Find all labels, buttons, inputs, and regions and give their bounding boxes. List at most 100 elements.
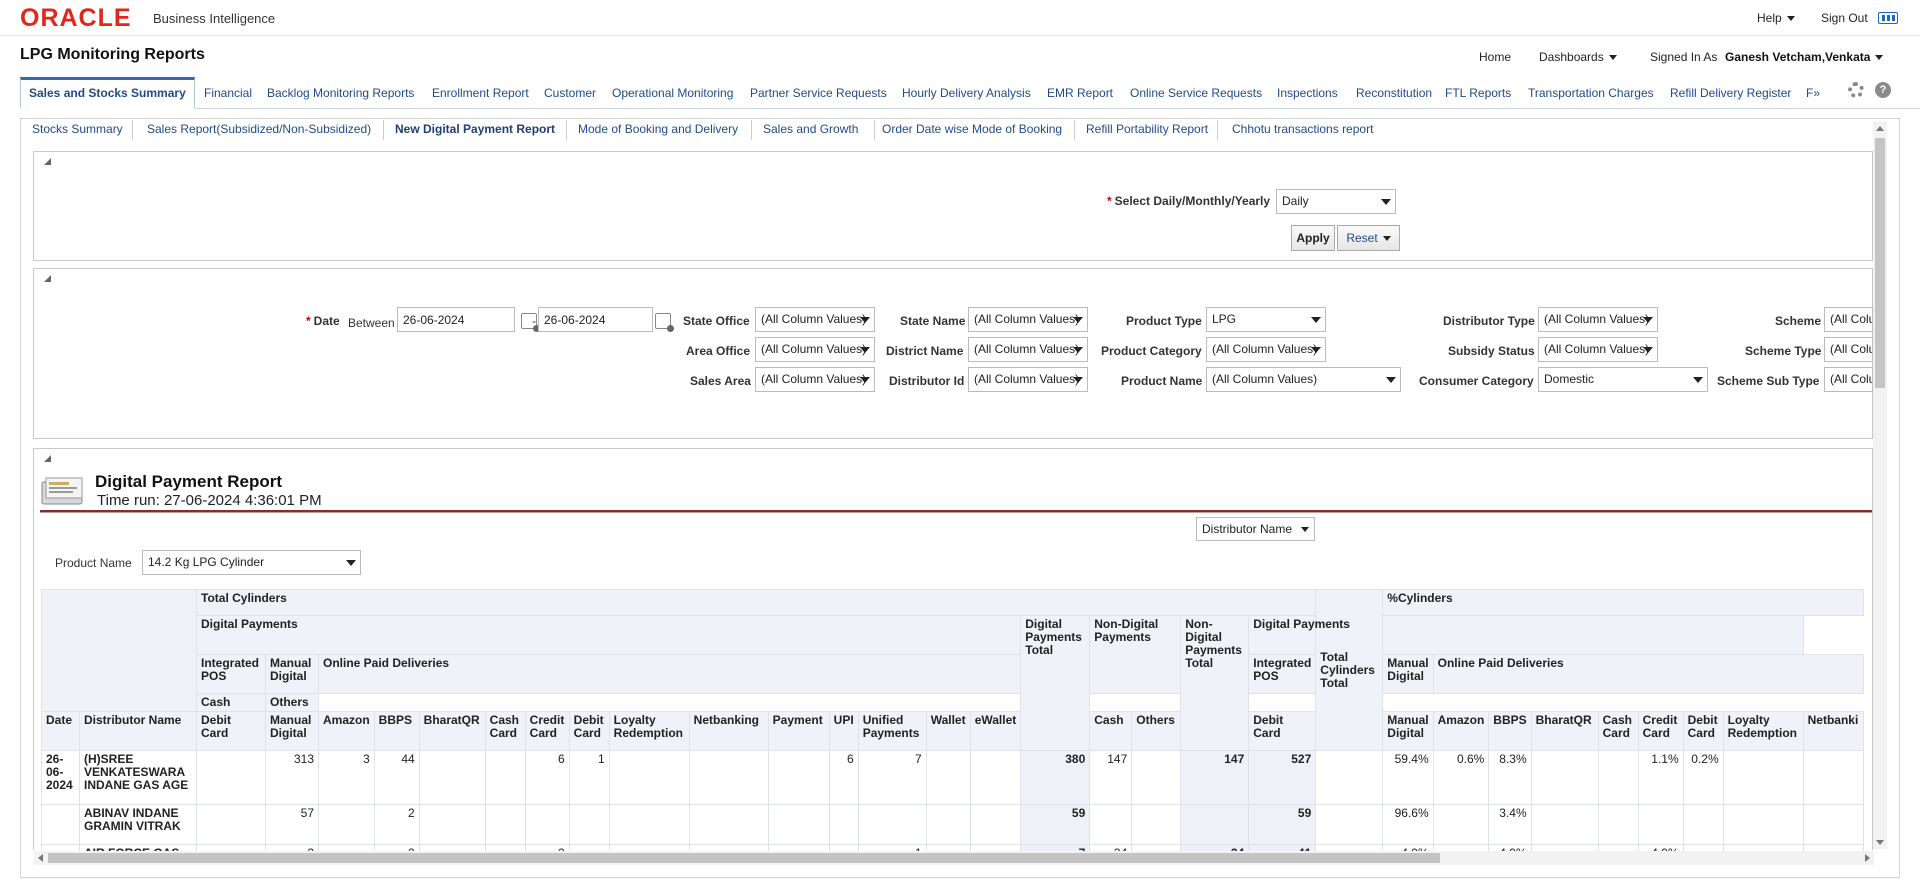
value-cell — [925, 750, 971, 805]
digital-payments-total-cell: 380 — [1020, 750, 1091, 805]
tab-refill-delivery-register[interactable]: Refill Delivery Register — [1670, 77, 1791, 109]
distributor-id-select[interactable]: (All Column Values) — [968, 367, 1088, 392]
apply-button[interactable]: Apply — [1291, 225, 1335, 251]
tab-enrollment-report[interactable]: Enrollment Report — [432, 77, 529, 109]
subtab-new-digital-payment-report[interactable]: New Digital Payment Report — [395, 122, 555, 136]
product-category-select[interactable]: (All Column Values) — [1206, 337, 1326, 362]
scroll-right-icon[interactable] — [1865, 854, 1870, 862]
tab-hourly-delivery-analysis[interactable]: Hourly Delivery Analysis — [902, 77, 1031, 109]
tab-financial[interactable]: Financial — [204, 77, 252, 109]
consumer-category-select[interactable]: Domestic — [1538, 367, 1708, 392]
prompt-panel-filters: * Date Between 26-06-2024 - 26-06-2024 St… — [33, 268, 1873, 439]
tab-online-service-requests[interactable]: Online Service Requests — [1130, 77, 1262, 109]
dashboards-menu[interactable]: Dashboards — [1539, 50, 1617, 64]
scheme-select[interactable]: (All Column Values) — [1824, 307, 1873, 332]
vertical-scroll-thumb[interactable] — [1875, 138, 1885, 388]
scroll-up-icon[interactable] — [1876, 126, 1884, 131]
value-cell: 6 — [524, 750, 570, 805]
chevron-down-icon — [860, 377, 870, 383]
column-header: Debit Card — [568, 711, 610, 751]
date-to-input[interactable]: 26-06-2024 — [538, 307, 653, 332]
subsidy-status-value: (All Column Values) — [1544, 342, 1650, 356]
state-office-label: State Office — [683, 314, 750, 328]
chevron-down-icon — [1693, 377, 1703, 383]
help-label: Help — [1757, 11, 1782, 25]
collapse-icon[interactable] — [44, 455, 51, 462]
calendar-icon[interactable] — [655, 313, 674, 332]
apps-grid-icon[interactable] — [1878, 12, 1898, 24]
digital-payments-header: Digital Payments — [195, 615, 1022, 655]
state-office-select[interactable]: (All Column Values) — [755, 307, 875, 332]
distributor-type-select[interactable]: (All Column Values) — [1538, 307, 1658, 332]
subtab-stocks-summary[interactable]: Stocks Summary — [32, 122, 123, 136]
subtab-separator — [132, 120, 133, 140]
horizontal-scrollbar[interactable] — [34, 851, 1874, 865]
scroll-down-icon[interactable] — [1876, 840, 1884, 845]
tab-backlog-monitoring-reports[interactable]: Backlog Monitoring Reports — [267, 77, 414, 109]
chevron-down-icon — [1643, 347, 1653, 353]
pct-cylinders-header: %Cylinders — [1382, 589, 1864, 616]
online-paid-deliveries-header: Online Paid Deliveries — [317, 654, 1022, 694]
scheme-sub-type-select[interactable]: (All Column Values) — [1824, 367, 1873, 392]
gear-icon[interactable] — [1848, 82, 1864, 98]
collapse-icon[interactable] — [44, 275, 51, 282]
subsidy-status-select[interactable]: (All Column Values) — [1538, 337, 1658, 362]
pivot-table-viewport: Total Cylinders Total Cylinders Total %C… — [41, 589, 1873, 851]
tab-transportation-charges[interactable]: Transportation Charges — [1528, 77, 1654, 109]
chevron-down-icon — [1311, 317, 1321, 323]
tab-emr-report[interactable]: EMR Report — [1047, 77, 1113, 109]
distributor-name-dropdown-label: Distributor Name — [1202, 522, 1293, 536]
distributor-name-dropdown[interactable]: Distributor Name — [1196, 517, 1316, 541]
user-menu[interactable]: Ganesh Vetcham,Venkata — [1725, 50, 1884, 64]
district-name-select[interactable]: (All Column Values) — [968, 337, 1088, 362]
product-category-value: (All Column Values) — [1212, 342, 1318, 356]
value-cell — [828, 804, 859, 845]
tab-inspections[interactable]: Inspections — [1277, 77, 1338, 109]
scroll-left-icon[interactable] — [38, 854, 43, 862]
vertical-scrollbar[interactable] — [1873, 122, 1887, 849]
subtab-separator — [874, 120, 875, 140]
required-marker: * — [1107, 194, 1112, 208]
report-divider — [40, 510, 1872, 513]
reset-button[interactable]: Reset — [1337, 225, 1400, 251]
tab-reconstitution[interactable]: Reconstitution — [1356, 77, 1432, 109]
horizontal-scroll-thumb[interactable] — [48, 853, 1440, 863]
tab-more[interactable]: F» — [1806, 77, 1820, 109]
date-cell: 26-06-2024 — [41, 750, 80, 805]
area-office-select[interactable]: (All Column Values) — [755, 337, 875, 362]
chevron-down-icon — [1311, 347, 1321, 353]
value-cell: 44 — [373, 750, 420, 805]
product-type-select[interactable]: LPG — [1206, 307, 1326, 332]
tab-ftl-reports[interactable]: FTL Reports — [1445, 77, 1511, 109]
scheme-type-select[interactable]: (All Column Values) — [1824, 337, 1873, 362]
product-name-select[interactable]: 14.2 Kg LPG Cylinder — [142, 550, 361, 575]
column-header: Unified Payments — [857, 711, 927, 751]
subtab-chhotu-transactions[interactable]: Chhotu transactions report — [1232, 122, 1373, 136]
help-menu[interactable]: Help — [1757, 11, 1795, 25]
product-name-filter-select[interactable]: (All Column Values) — [1206, 367, 1401, 392]
total-cylinders-total-cell: 59 — [1248, 804, 1317, 845]
subtab-refill-portability[interactable]: Refill Portability Report — [1086, 122, 1208, 136]
date-from-input[interactable]: 26-06-2024 — [397, 307, 515, 332]
integrated-pos-header: Integrated POS — [196, 654, 266, 694]
subtab-order-date-wise[interactable]: Order Date wise Mode of Booking — [882, 122, 1062, 136]
state-name-select[interactable]: (All Column Values) — [968, 307, 1088, 332]
tab-operational-monitoring[interactable]: Operational Monitoring — [612, 77, 733, 109]
period-select[interactable]: Daily — [1276, 189, 1396, 214]
tab-sales-and-stocks-summary[interactable]: Sales and Stocks Summary — [20, 77, 195, 109]
subtab-sales-report[interactable]: Sales Report(Subsidized/Non-Subsidized) — [147, 122, 371, 136]
subtab-sales-and-growth[interactable]: Sales and Growth — [763, 122, 858, 136]
tab-customer[interactable]: Customer — [544, 77, 596, 109]
help-icon[interactable]: ? — [1875, 82, 1891, 98]
cash-column-header: Cash — [1089, 711, 1133, 751]
scheme-value: (All Column Values) — [1830, 312, 1872, 326]
collapse-icon[interactable] — [44, 158, 51, 165]
sign-out-link[interactable]: Sign Out — [1821, 11, 1868, 25]
home-link[interactable]: Home — [1479, 50, 1511, 64]
subtab-mode-of-booking[interactable]: Mode of Booking and Delivery — [578, 122, 738, 136]
tab-partner-service-requests[interactable]: Partner Service Requests — [750, 77, 887, 109]
sales-area-select[interactable]: (All Column Values) — [755, 367, 875, 392]
chevron-down-icon — [860, 317, 870, 323]
oracle-logo[interactable]: ORACLE — [20, 6, 132, 31]
pct-value-cell: 3.4% — [1488, 804, 1532, 845]
